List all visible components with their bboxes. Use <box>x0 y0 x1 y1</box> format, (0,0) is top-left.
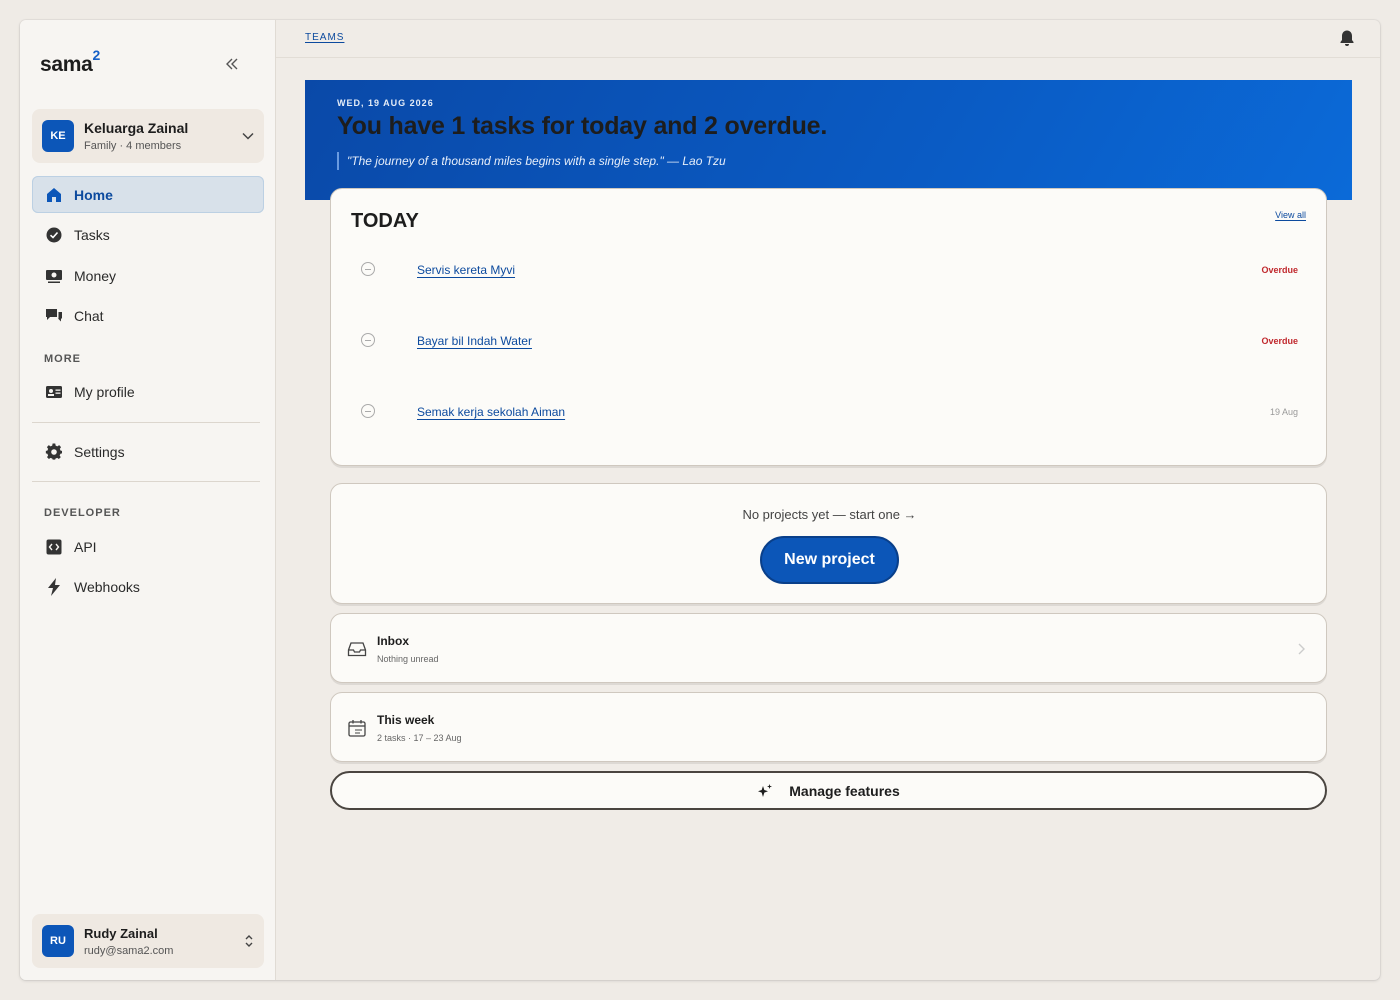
chevron-up-down-icon <box>245 935 253 947</box>
code-icon <box>45 538 63 556</box>
inbox-title: Inbox <box>377 634 409 648</box>
this-week-card[interactable]: This week 2 tasks · 17 – 23 Aug <box>330 692 1327 762</box>
lightning-icon <box>45 577 63 596</box>
top-bar: TEAMS <box>276 20 1380 58</box>
check-circle-icon <box>45 226 63 244</box>
bell-icon[interactable] <box>1338 29 1356 47</box>
sidebar: sama2 KE Keluarga Zainal Family · 4 memb… <box>20 20 276 980</box>
projects-card: No projects yet — start one → New projec… <box>330 483 1327 604</box>
sidebar-item-label: Webhooks <box>74 578 140 595</box>
calendar-icon <box>348 720 366 737</box>
this-week-title: This week <box>377 713 435 727</box>
this-week-subtitle: 2 tasks · 17 – 23 Aug <box>377 733 462 743</box>
sparkles-icon <box>758 783 773 797</box>
task-due-date: 19 Aug <box>1269 407 1298 417</box>
sidebar-item-money[interactable]: Money <box>32 257 264 294</box>
team-switcher[interactable]: KE Keluarga Zainal Family · 4 members <box>32 109 264 163</box>
team-avatar: KE <box>42 120 74 152</box>
section-label-developer: DEVELOPER <box>44 507 121 519</box>
user-name: Rudy Zainal <box>84 925 158 941</box>
hero-banner: WED, 19 AUG 2026 You have 1 tasks for to… <box>305 80 1352 200</box>
sidebar-item-tasks[interactable]: Tasks <box>32 216 264 253</box>
hero-quote: "The journey of a thousand miles begins … <box>337 152 726 170</box>
today-title: TODAY <box>351 210 419 232</box>
projects-empty-text[interactable]: No projects yet — start one → <box>331 507 1328 522</box>
task-title-link[interactable]: Semak kerja sekolah Aiman <box>417 405 565 419</box>
sidebar-item-settings[interactable]: Settings <box>32 433 264 470</box>
brand-name: sama <box>40 53 93 76</box>
section-label-more: MORE <box>44 353 81 365</box>
collapse-sidebar-button[interactable] <box>220 52 244 76</box>
id-card-icon <box>45 383 63 401</box>
sidebar-divider <box>32 422 260 423</box>
double-chevron-left-icon <box>226 58 238 70</box>
task-row: Bayar bil Indah Water Overdue <box>331 330 1328 360</box>
sidebar-item-chat[interactable]: Chat <box>32 297 264 334</box>
task-checkbox[interactable] <box>361 262 375 276</box>
sidebar-item-label: Settings <box>74 443 125 460</box>
home-icon <box>45 186 63 204</box>
task-status: Overdue <box>1261 336 1298 346</box>
sidebar-item-home[interactable]: Home <box>32 176 264 213</box>
user-menu[interactable]: RU Rudy Zainal rudy@sama2.com <box>32 914 264 968</box>
task-row: Servis kereta Myvi Overdue <box>331 259 1328 289</box>
sidebar-item-label: Home <box>74 186 113 203</box>
sidebar-divider <box>32 481 260 482</box>
sidebar-item-label: Tasks <box>74 226 110 243</box>
money-icon <box>45 267 63 285</box>
inbox-icon <box>347 642 367 657</box>
sidebar-item-label: API <box>74 538 97 555</box>
task-checkbox[interactable] <box>361 404 375 418</box>
app-window: sama2 KE Keluarga Zainal Family · 4 memb… <box>20 20 1380 980</box>
inbox-subtitle: Nothing unread <box>377 654 439 664</box>
gear-icon <box>45 442 63 461</box>
sidebar-item-label: My profile <box>74 383 135 400</box>
task-row: Semak kerja sekolah Aiman 19 Aug <box>331 401 1328 431</box>
team-name: Keluarga Zainal <box>84 120 189 136</box>
chevron-down-icon <box>242 132 254 140</box>
sidebar-item-label: Money <box>74 267 117 284</box>
chevron-right-icon <box>1298 643 1305 655</box>
hero-title: You have 1 tasks for today and 2 overdue… <box>337 112 828 140</box>
brand-logo[interactable]: sama2 <box>40 47 101 77</box>
today-card: TODAY View all Servis kereta Myvi Overdu… <box>330 188 1327 466</box>
team-subtitle: Family · 4 members <box>84 140 182 152</box>
task-title-link[interactable]: Bayar bil Indah Water <box>417 334 532 348</box>
inbox-card[interactable]: Inbox Nothing unread <box>330 613 1327 683</box>
sidebar-item-label: Chat <box>74 307 104 324</box>
hero-date: WED, 19 AUG 2026 <box>337 98 434 108</box>
task-checkbox[interactable] <box>361 333 375 347</box>
new-project-button[interactable]: New project <box>760 536 899 584</box>
sidebar-item-my-profile[interactable]: My profile <box>32 373 264 410</box>
sidebar-item-webhooks[interactable]: Webhooks <box>32 568 264 605</box>
task-title-link[interactable]: Servis kereta Myvi <box>417 263 515 277</box>
chat-icon <box>45 307 63 325</box>
sidebar-item-api[interactable]: API <box>32 528 264 565</box>
task-status: Overdue <box>1261 265 1298 275</box>
brand-superscript: 2 <box>92 47 101 63</box>
manage-features-label: Manage features <box>789 782 900 799</box>
user-email: rudy@sama2.com <box>84 944 174 957</box>
breadcrumb[interactable]: TEAMS <box>305 32 344 43</box>
view-all-link[interactable]: View all <box>1275 210 1306 220</box>
user-avatar: RU <box>42 925 74 957</box>
manage-features-button[interactable]: Manage features <box>330 771 1327 810</box>
